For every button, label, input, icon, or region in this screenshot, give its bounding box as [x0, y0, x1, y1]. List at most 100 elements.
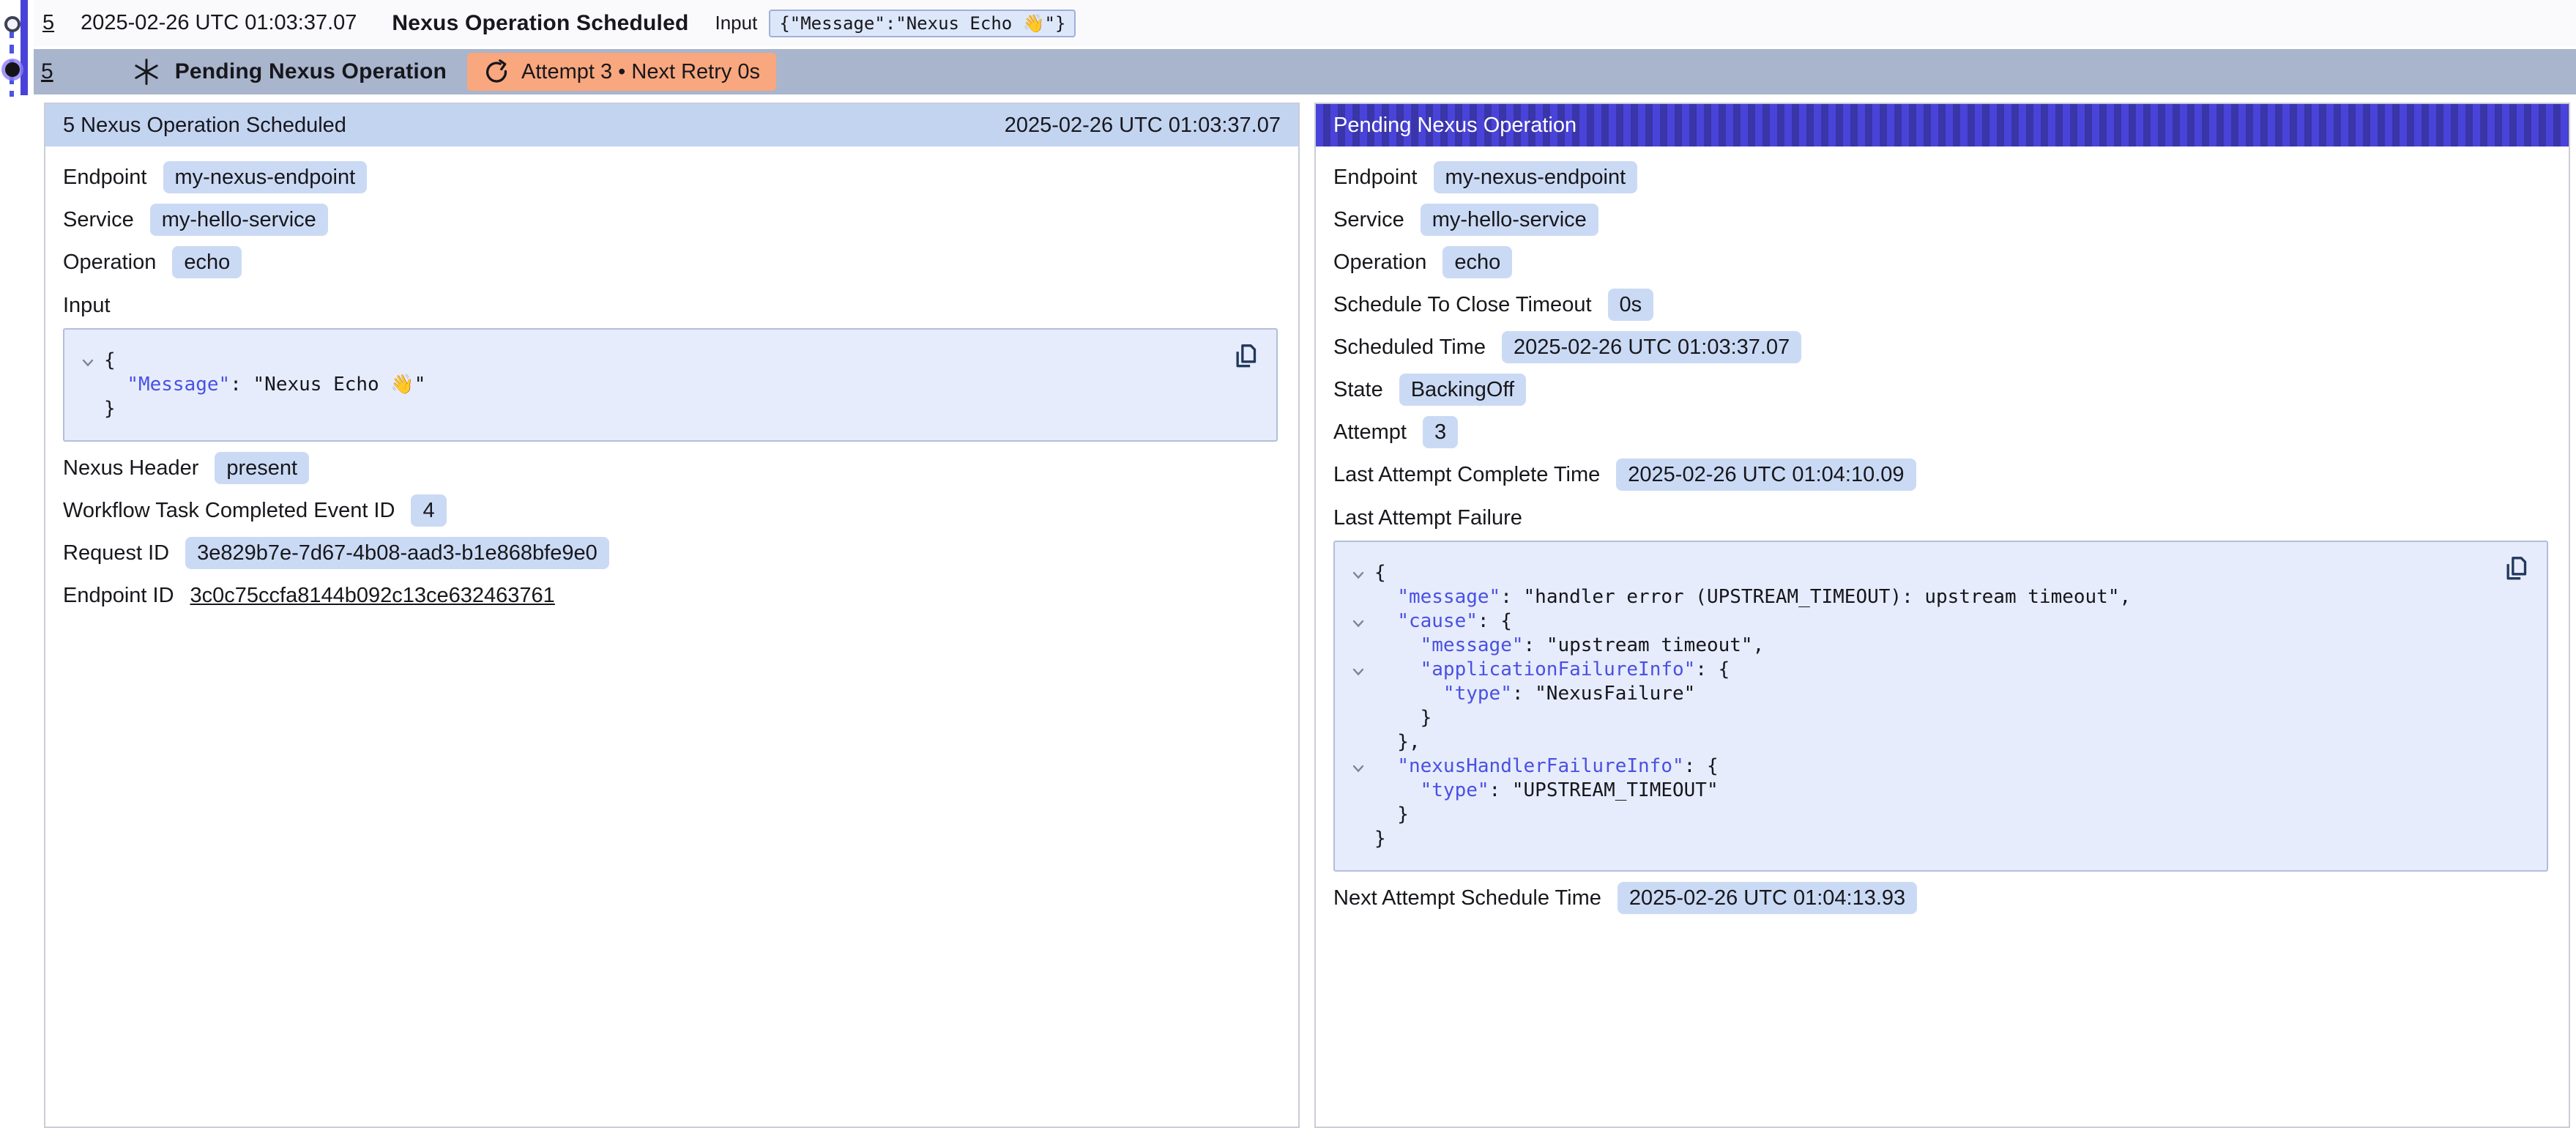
field-label: Request ID [63, 541, 169, 565]
json-line: } [1342, 706, 2481, 730]
field-value-badge: 2025-02-26 UTC 01:04:13.93 [1618, 882, 1917, 914]
json-line-gutter [1342, 706, 1374, 730]
field-row-next-attempt-schedule-time: Next Attempt Schedule Time 2025-02-26 UTC… [1333, 882, 2548, 914]
event-input-chip[interactable]: {"Message":"Nexus Echo 👋"} [769, 10, 1076, 37]
json-line: "type": "NexusFailure" [1342, 682, 2481, 706]
field-value-badge: 2025-02-26 UTC 01:03:37.07 [1502, 331, 1801, 363]
pending-operation-row[interactable]: 5 Pending Nexus Operation Attempt 3 • Ne… [34, 49, 2576, 94]
field-row-scheduled-time: Scheduled Time2025-02-26 UTC 01:03:37.07 [1333, 331, 2548, 363]
field-label: Attempt [1333, 420, 1407, 445]
pending-panel-title: Pending Nexus Operation [1333, 114, 1577, 138]
json-line-text: "message": "handler error (UPSTREAM_TIME… [1374, 585, 2131, 609]
field-label: Endpoint ID [63, 584, 174, 608]
field-value-badge: present [215, 452, 309, 484]
pending-title: Pending Nexus Operation [175, 59, 447, 84]
field-row-service: Servicemy-hello-service [63, 204, 1278, 236]
pending-asterisk-icon [131, 56, 162, 87]
copy-icon [1231, 341, 1260, 371]
json-viewer-input: { "Message": "Nexus Echo 👋"} [63, 328, 1278, 442]
field-value-badge: my-hello-service [1421, 204, 1598, 236]
json-line: }, [1342, 730, 2481, 754]
collapse-chevron-icon[interactable] [72, 349, 104, 373]
field-row-endpoint-id: Endpoint ID 3c0c75ccfa8144b092c13ce632463… [63, 579, 1278, 612]
field-row-service: Service my-hello-service [1333, 204, 2548, 236]
field-value-link[interactable]: 3c0c75ccfa8144b092c13ce632463761 [190, 584, 555, 608]
json-line: "type": "UPSTREAM_TIMEOUT" [1342, 779, 2481, 803]
timeline-active-bar [21, 0, 28, 95]
json-line-text: "nexusHandlerFailureInfo": { [1374, 754, 1719, 779]
event-detail-label: Input [715, 12, 758, 34]
json-line: "message": "handler error (UPSTREAM_TIME… [1342, 585, 2481, 609]
event-panel-fields: Endpoint my-nexus-endpoint Servicemy-hello… [45, 146, 1298, 634]
field-row-schedule-to-close-timeout: Schedule To Close Timeout0s [1333, 289, 2548, 321]
json-line: "message": "upstream timeout", [1342, 634, 2481, 658]
field-label: Schedule To Close Timeout [1333, 293, 1592, 317]
event-panel-header: 5 Nexus Operation Scheduled 2025-02-26 U… [45, 104, 1298, 146]
field-label-last-attempt-failure: Last Attempt Failure [1333, 504, 2548, 532]
retry-status-badge: Attempt 3 • Next Retry 0s [467, 53, 776, 91]
pending-detail-panel: Pending Nexus Operation Endpointmy-nexus… [1314, 103, 2570, 1128]
json-line-gutter [1342, 779, 1374, 803]
json-line-text: } [104, 397, 116, 421]
collapse-chevron-icon[interactable] [1342, 561, 1374, 585]
json-line-text: } [1374, 706, 1432, 730]
field-value-badge: 3e829b7e-7d67-4b08-aad3-b1e868bfe9e0 [185, 537, 609, 569]
pending-panel-fields: Endpointmy-nexus-endpointServicemy-hello… [1316, 146, 2569, 936]
field-label: Workflow Task Completed Event ID [63, 499, 395, 523]
field-row-operation: Operationecho [1333, 246, 2548, 278]
collapse-chevron-icon[interactable] [1342, 754, 1374, 779]
json-line-text: }, [1374, 730, 1421, 754]
event-id-link[interactable]: 5 [42, 11, 54, 35]
field-value-badge: echo [1443, 246, 1512, 278]
timeline-node-current-icon [5, 62, 20, 77]
field-label: Endpoint [63, 166, 147, 190]
json-line-text: } [1374, 803, 1409, 827]
field-value-badge: BackingOff [1399, 374, 1526, 406]
pending-panel-header: Pending Nexus Operation [1316, 104, 2569, 146]
json-line-gutter [1342, 730, 1374, 754]
copy-button[interactable] [1231, 341, 1260, 371]
json-line-text: } [1374, 827, 1386, 851]
field-label: Service [63, 208, 134, 232]
json-line: } [1342, 827, 2481, 851]
json-line-text: { [1374, 561, 1386, 585]
field-row-nexus-header: Nexus Header present [63, 452, 1278, 484]
json-line: "nexusHandlerFailureInfo": { [1342, 754, 2481, 779]
json-line: { [72, 349, 1210, 373]
collapse-chevron-icon[interactable] [1342, 609, 1374, 634]
json-line-gutter [1342, 827, 1374, 851]
field-label: Nexus Header [63, 456, 198, 480]
field-label: Next Attempt Schedule Time [1333, 886, 1601, 910]
field-label: Operation [63, 251, 156, 275]
json-line: } [1342, 803, 2481, 827]
pending-id-link[interactable]: 5 [41, 59, 53, 84]
field-row-endpoint: Endpoint my-nexus-endpoint [63, 161, 1278, 193]
copy-button[interactable] [2501, 554, 2531, 583]
field-value-badge: echo [172, 246, 242, 278]
field-value-badge: my-nexus-endpoint [163, 161, 368, 193]
json-line-gutter [1342, 634, 1374, 658]
collapse-chevron-icon[interactable] [1342, 658, 1374, 682]
json-line-text: "applicationFailureInfo": { [1374, 658, 1730, 682]
field-label: State [1333, 378, 1383, 402]
json-line: "cause": { [1342, 609, 2481, 634]
event-title: Nexus Operation Scheduled [392, 11, 688, 36]
json-line-text: "message": "upstream timeout", [1374, 634, 1764, 658]
event-timestamp: 2025-02-26 UTC 01:03:37.07 [81, 11, 357, 35]
field-value-badge: my-nexus-endpoint [1434, 161, 1638, 193]
json-line: } [72, 397, 1210, 421]
field-value-badge: 2025-02-26 UTC 01:04:10.09 [1616, 459, 1916, 491]
timeline-node-open-icon [4, 16, 21, 32]
field-label: Last Attempt Complete Time [1333, 463, 1600, 487]
event-panel-timestamp: 2025-02-26 UTC 01:03:37.07 [1005, 114, 1281, 138]
field-row-state: State BackingOff [1333, 374, 2548, 406]
json-line-text: "type": "UPSTREAM_TIMEOUT" [1374, 779, 1719, 803]
event-summary-row[interactable]: 5 2025-02-26 UTC 01:03:37.07 Nexus Opera… [34, 0, 2576, 46]
json-line-gutter [1342, 803, 1374, 827]
field-label: Service [1333, 208, 1404, 232]
json-line-gutter [72, 397, 104, 421]
retry-icon [483, 59, 510, 85]
detail-panels: 5 Nexus Operation Scheduled 2025-02-26 U… [44, 103, 2570, 1128]
event-detail-panel: 5 Nexus Operation Scheduled 2025-02-26 U… [44, 103, 1300, 1128]
event-panel-title: 5 Nexus Operation Scheduled [63, 114, 346, 138]
